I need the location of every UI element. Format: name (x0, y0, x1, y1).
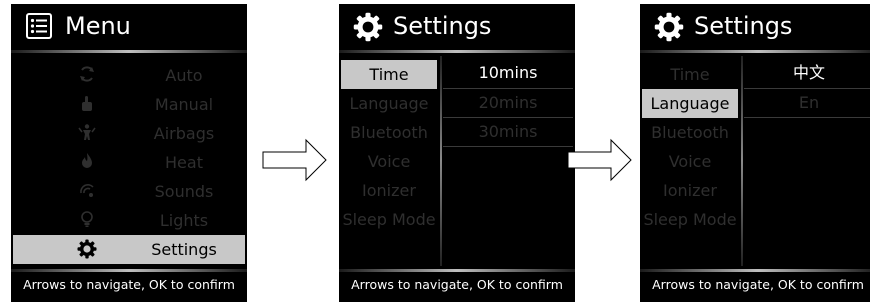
footer-hint: Arrows to navigate, OK to confirm (23, 277, 235, 292)
option-divider (443, 146, 573, 147)
settings-screen-language: Settings Time Language Bluetooth Voice I… (640, 4, 870, 302)
menu-title: Menu (65, 12, 131, 40)
menu-item-airbags[interactable]: Airbags (11, 119, 247, 148)
settings-title: Settings (694, 12, 793, 40)
menu-item-label: Airbags (153, 124, 215, 143)
footer-divider (640, 269, 870, 272)
menu-item-label: Heat (165, 153, 203, 172)
category-bluetooth[interactable]: Bluetooth (642, 118, 738, 147)
menu-item-auto[interactable]: Auto (11, 61, 247, 90)
category-time[interactable]: Time (341, 60, 437, 89)
header-divider (640, 50, 870, 53)
category-language[interactable]: Language (642, 89, 738, 118)
settings-title: Settings (393, 12, 492, 40)
option-20mins[interactable]: 20mins (445, 89, 571, 117)
list-menu-icon (25, 12, 53, 44)
category-voice[interactable]: Voice (341, 147, 437, 176)
header-divider (11, 50, 247, 53)
gear-icon (353, 12, 383, 46)
gear-icon (77, 239, 97, 259)
option-divider (744, 117, 870, 118)
category-sleep-mode[interactable]: Sleep Mode (341, 205, 437, 234)
sound-icon (77, 181, 97, 201)
category-ionizer[interactable]: Ionizer (341, 176, 437, 205)
category-ionizer[interactable]: Ionizer (642, 176, 738, 205)
menu-item-label: Lights (159, 211, 209, 230)
menu-item-manual[interactable]: Manual (11, 90, 247, 119)
menu-item-lights[interactable]: Lights (11, 206, 247, 235)
option-chinese[interactable]: 中文 (746, 59, 870, 87)
category-bluetooth[interactable]: Bluetooth (341, 118, 437, 147)
header-divider (339, 50, 575, 53)
airbag-person-icon (77, 123, 97, 143)
lightbulb-icon (77, 210, 97, 230)
category-time[interactable]: Time (642, 60, 738, 89)
column-divider (741, 56, 743, 266)
footer-divider (11, 269, 247, 272)
menu-item-sounds[interactable]: Sounds (11, 177, 247, 206)
arrow-right-icon (262, 138, 328, 186)
option-english[interactable]: En (746, 89, 870, 117)
settings-header: Settings (339, 4, 575, 51)
column-divider (440, 56, 442, 266)
menu-item-settings[interactable]: Settings (13, 235, 245, 264)
category-sleep-mode[interactable]: Sleep Mode (642, 205, 738, 234)
cycle-icon (77, 65, 97, 85)
menu-item-heat[interactable]: Heat (11, 148, 247, 177)
arrow-right-icon (567, 138, 633, 186)
menu-header: Menu (11, 4, 247, 51)
option-30mins[interactable]: 30mins (445, 118, 571, 146)
option-10mins[interactable]: 10mins (445, 59, 571, 87)
category-voice[interactable]: Voice (642, 147, 738, 176)
category-language[interactable]: Language (341, 89, 437, 118)
menu-screen: Menu Auto Manual Airbags Heat Sounds Lig… (11, 4, 247, 302)
settings-header: Settings (640, 4, 870, 51)
hand-icon (77, 94, 97, 114)
menu-item-label: Settings (151, 240, 217, 259)
footer-hint: Arrows to navigate, OK to confirm (652, 277, 864, 292)
menu-item-label: Sounds (154, 182, 214, 201)
gear-icon (654, 12, 684, 46)
menu-item-label: Auto (165, 66, 203, 85)
flame-icon (77, 152, 97, 172)
footer-divider (339, 269, 575, 272)
settings-screen-time: Settings Time Language Bluetooth Voice I… (339, 4, 575, 302)
menu-item-label: Manual (154, 95, 214, 114)
footer-hint: Arrows to navigate, OK to confirm (351, 277, 563, 292)
